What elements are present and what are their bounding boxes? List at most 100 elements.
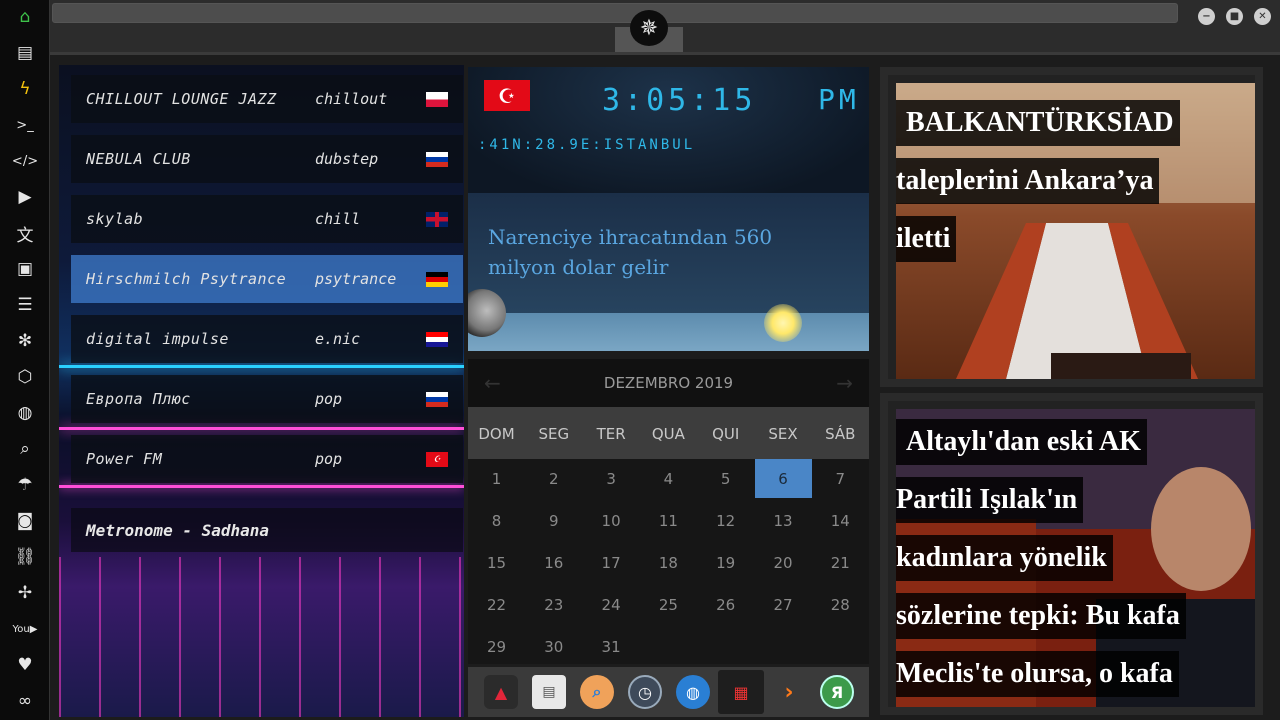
clock-app-icon[interactable]: ◷ <box>628 675 662 709</box>
calendar-day[interactable]: 25 <box>640 585 697 624</box>
translate-icon[interactable]: 文 <box>13 221 37 246</box>
calendar-day[interactable]: 28 <box>812 585 869 624</box>
rebel-logo-icon[interactable]: ✵ <box>630 10 668 46</box>
calendar-day[interactable]: 14 <box>812 501 869 540</box>
expand-icon[interactable]: ✢ <box>13 581 37 605</box>
calendar-day[interactable]: 7 <box>812 459 869 498</box>
yandex-icon[interactable]: Я <box>820 675 854 709</box>
calendar-day[interactable]: 2 <box>525 459 582 498</box>
calendar-day[interactable]: 18 <box>640 543 697 582</box>
calendar-day[interactable]: 17 <box>583 543 640 582</box>
document-icon[interactable]: ▤ <box>13 41 37 65</box>
station-row[interactable]: digital impulse e.nic <box>71 315 463 363</box>
headline-line: Partili Işılak'ın <box>896 477 1084 523</box>
globe-icon[interactable]: ◍ <box>13 401 37 425</box>
address-bar[interactable] <box>52 3 1178 23</box>
calendar-day[interactable]: 10 <box>583 501 640 540</box>
calendar-day[interactable]: 21 <box>812 543 869 582</box>
arch-icon[interactable]: ▲ <box>484 675 518 709</box>
station-genre: psytrance <box>315 270 397 288</box>
station-row[interactable]: Европа Плюс pop <box>71 375 463 423</box>
contact-icon[interactable]: ◙ <box>13 509 37 533</box>
day-name: SÁB <box>825 425 856 443</box>
station-genre: chill <box>315 210 361 228</box>
home-icon[interactable]: ⌂ <box>13 5 37 29</box>
maximize-icon[interactable]: ■ <box>1226 8 1243 25</box>
arrow-app-icon[interactable]: › <box>772 675 806 709</box>
uk-flag-icon <box>426 211 448 227</box>
station-row[interactable]: CHILLOUT LOUNGE JAZZ chillout <box>71 75 463 123</box>
calendar-day[interactable]: 9 <box>525 501 582 540</box>
browser-icon[interactable]: ▤ <box>532 675 566 709</box>
germany-flag-icon <box>426 271 448 287</box>
day-name: SEG <box>538 425 570 443</box>
calendar-day[interactable]: 11 <box>640 501 697 540</box>
calendar-day-names: DOM SEG TER QUA QUI SEX SÁB <box>468 407 869 459</box>
news-card[interactable]: BALKANTÜRKSİAD taleplerini Ankara’ya ile… <box>880 67 1263 387</box>
calendar-day[interactable]: 27 <box>755 585 812 624</box>
station-name: skylab <box>86 210 144 228</box>
calendar-day[interactable]: 5 <box>697 459 754 498</box>
news-card[interactable]: Altaylı'dan eski AK Partili Işılak'ın ka… <box>880 393 1263 715</box>
station-name: Hirschmilch Psytrance <box>86 270 287 288</box>
day-name: DOM <box>478 425 515 443</box>
news-icon[interactable]: ☰ <box>13 293 37 317</box>
news-ticker[interactable]: Narenciye ihracatından 560 milyon dolar … <box>488 222 838 282</box>
calendar-day[interactable]: 12 <box>697 501 754 540</box>
calendar-day[interactable]: 15 <box>468 543 525 582</box>
prev-month-icon[interactable]: ← <box>484 371 501 395</box>
globe-app-icon[interactable]: ◍ <box>676 675 710 709</box>
calendar-day[interactable]: 13 <box>755 501 812 540</box>
calendar-day[interactable]: 1 <box>468 459 525 498</box>
headline-line: taleplerini Ankara’ya <box>896 158 1160 204</box>
calendar-day-today[interactable]: 6 <box>754 459 812 498</box>
glow-line <box>59 427 464 430</box>
russia-flag-icon <box>426 391 448 407</box>
code-icon[interactable]: </> <box>12 149 38 173</box>
clock-time: 3:05:15 <box>602 83 757 118</box>
infinity-icon[interactable]: ∞ <box>13 689 37 713</box>
station-name: NEBULA CLUB <box>86 150 191 168</box>
close-icon[interactable]: ✕ <box>1254 8 1271 25</box>
heart-icon[interactable]: ♥ <box>13 653 37 677</box>
image-icon[interactable]: ▣ <box>13 257 37 281</box>
clock-location: :41N:28.9E:ISTANBUL <box>478 137 696 153</box>
calendar-day[interactable]: 20 <box>755 543 812 582</box>
station-row-active[interactable]: Hirschmilch Psytrance psytrance <box>71 255 463 303</box>
station-genre: pop <box>315 390 343 408</box>
calendar-day[interactable]: 26 <box>697 585 754 624</box>
station-row[interactable]: NEBULA CLUB dubstep <box>71 135 463 183</box>
calendar-day[interactable]: 24 <box>583 585 640 624</box>
calendar-day[interactable]: 19 <box>697 543 754 582</box>
next-month-icon[interactable]: → <box>836 371 853 395</box>
calendar-month: DEZEMBRO 2019 <box>603 374 734 392</box>
station-row[interactable]: skylab chill <box>71 195 463 243</box>
station-name: Европа Плюс <box>86 390 191 408</box>
rebel-icon[interactable]: ✻ <box>13 329 37 353</box>
station-row[interactable]: Power FM pop ☪ <box>71 435 463 483</box>
search-icon[interactable]: ⌕ <box>13 437 37 461</box>
calendar-day[interactable]: 31 <box>583 627 640 666</box>
calendar-day[interactable]: 8 <box>468 501 525 540</box>
hexagon-icon[interactable]: ⬡ <box>13 365 37 389</box>
calendar-day[interactable]: 4 <box>640 459 697 498</box>
calendar-app-icon[interactable]: ▦ <box>718 670 764 714</box>
calendar-day[interactable]: 16 <box>525 543 582 582</box>
calendar-day[interactable]: 22 <box>468 585 525 624</box>
play-icon[interactable]: ▶ <box>13 185 37 209</box>
link-icon[interactable]: ⛓ <box>13 545 37 569</box>
terminal-icon[interactable]: >_ <box>13 113 37 137</box>
calendar-day[interactable]: 3 <box>583 459 640 498</box>
calendar-day[interactable]: 23 <box>525 585 582 624</box>
minimize-icon[interactable]: − <box>1198 8 1215 25</box>
search-app-icon[interactable]: ⌕ <box>580 675 614 709</box>
calendar-day[interactable]: 29 <box>468 627 525 666</box>
youtube-icon[interactable]: You▶ <box>13 617 38 641</box>
calendar-day[interactable]: 30 <box>525 627 582 666</box>
station-name: CHILLOUT LOUNGE JAZZ <box>86 90 277 108</box>
glow-line <box>59 365 464 368</box>
umbrella-icon[interactable]: ☂ <box>13 473 37 497</box>
station-genre: pop <box>315 450 343 468</box>
bolt-icon[interactable]: ϟ <box>13 77 37 101</box>
clock-ampm: PM <box>818 83 860 116</box>
